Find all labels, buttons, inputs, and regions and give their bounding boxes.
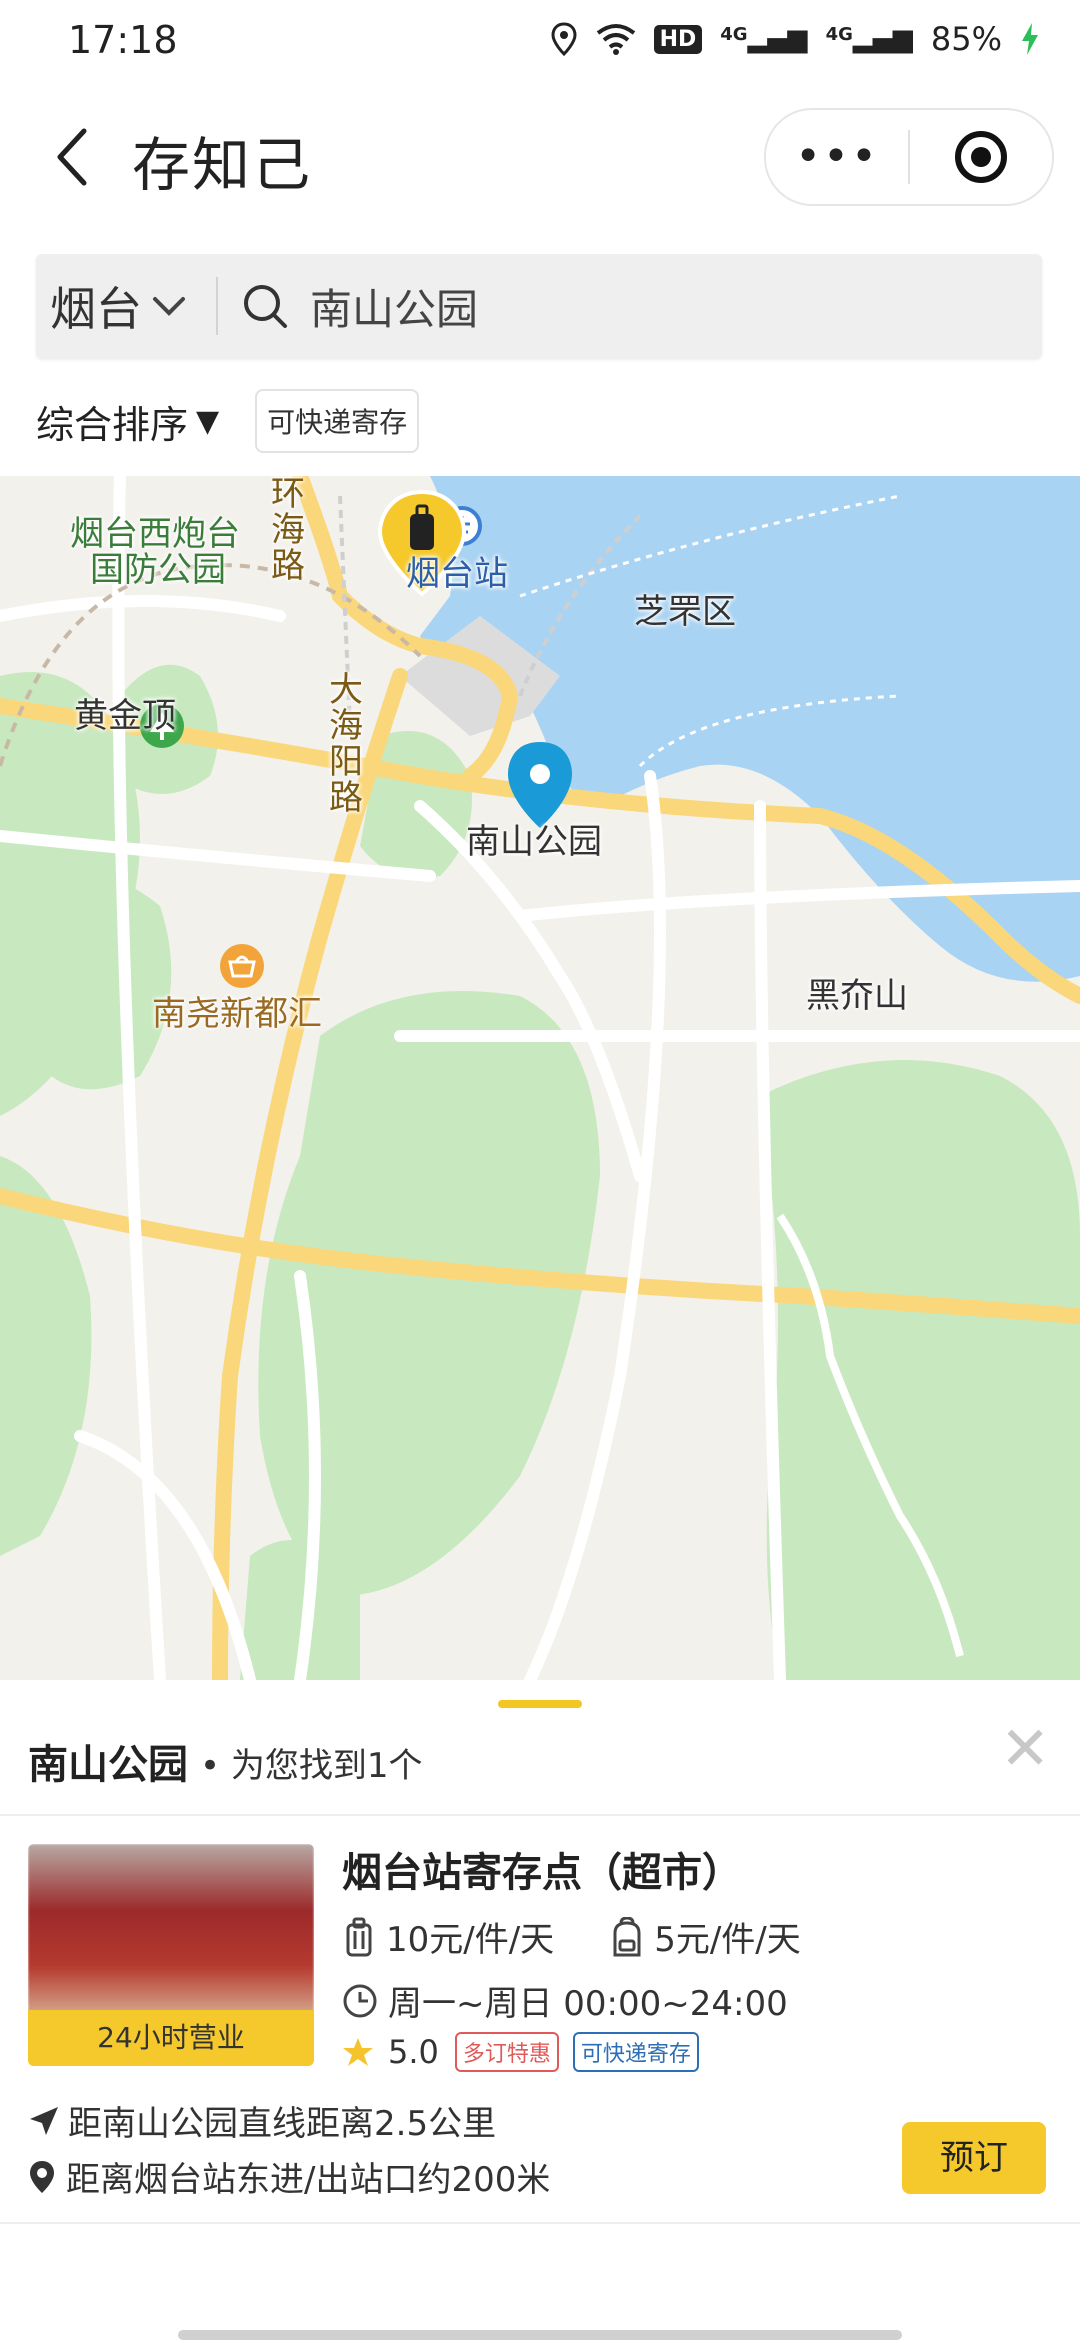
open-hours-badge: 24小时营业 (28, 2010, 314, 2066)
location-pin-icon (30, 2160, 54, 2193)
status-icons: HD 4G▂▄▆ 4G▂▄▆ 85% (550, 20, 1040, 58)
map-canvas (0, 476, 1080, 1680)
signal-label: 4G (720, 24, 748, 45)
express-tag: 可快递寄存 (572, 2032, 699, 2072)
signal-icon: 4G▂▄▆ (720, 24, 808, 54)
store-name[interactable]: 烟台站寄存点（超市） (342, 1840, 742, 1898)
rating-row: 5.0 多订特惠 可快递寄存 (342, 2032, 699, 2072)
drag-handle[interactable] (498, 1700, 582, 1708)
target-icon (955, 131, 1007, 183)
location-status-icon (551, 22, 577, 56)
map-label-huanhai-road: 环海路 (271, 476, 305, 586)
hd-badge: HD (653, 24, 703, 54)
result-bullet: • (200, 1746, 221, 1786)
signal-label-2: 4G (825, 24, 853, 45)
map-label-nanyao: 南尧新都汇 (152, 994, 322, 1034)
discount-tag: 多订特惠 (454, 2032, 559, 2072)
panel-divider (0, 1814, 1080, 1816)
close-program-button[interactable] (910, 129, 1052, 185)
store-thumbnail[interactable]: 24小时营业 (28, 1844, 314, 2066)
result-location-title: 南山公园 (28, 1742, 188, 1788)
map-label-yantai-station: 烟台站 (406, 554, 508, 594)
map-label-dahaiyang-road: 大海阳路 (329, 670, 363, 818)
express-storage-chip[interactable]: 可快递寄存 (255, 389, 420, 453)
hours-row: 周一~周日 00:00~24:00 (342, 1976, 788, 2025)
direction-row: 距离烟台站东进/出站口约200米 (28, 2152, 550, 2201)
search-input[interactable]: 南山公园 (310, 276, 478, 337)
park-huangjinding (20, 870, 172, 1090)
map-label-huangjinding: 黄金顶 (74, 696, 176, 736)
map-view[interactable]: 环海路 烟台西炮台 国防公园 烟台站 芝罘区 黄金顶 大海阳路 南山公园 黑夼山… (0, 476, 1080, 1680)
price-luggage: 10元/件/天 (386, 1920, 555, 1960)
star-icon (343, 2038, 373, 2066)
battery-percent: 85% (930, 20, 1002, 58)
charging-icon (1022, 23, 1038, 55)
map-label-guofang: 国防公园 (90, 550, 226, 590)
more-button[interactable]: ••• (766, 110, 908, 204)
status-time: 17:18 (68, 18, 178, 62)
clock-icon (343, 1984, 377, 2017)
sort-dropdown[interactable]: 综合排序 (36, 394, 188, 449)
page-title: 存知己 (132, 131, 313, 199)
navigation-arrow-icon (30, 2106, 58, 2135)
mini-program-capsule: ••• (764, 108, 1054, 206)
city-label: 烟台 (50, 282, 142, 336)
filter-row: 综合排序 ▼ 可快递寄存 (36, 388, 420, 454)
search-bar: 烟台 南山公园 (36, 254, 1042, 358)
distance-row: 距南山公园直线距离2.5公里 (28, 2096, 496, 2145)
home-indicator[interactable] (178, 2330, 902, 2340)
close-panel-button[interactable]: ✕ (1000, 1719, 1050, 1779)
back-button[interactable] (42, 122, 102, 192)
backpack-icon (613, 1916, 641, 1956)
result-count-text: 为您找到1个 (230, 1746, 423, 1786)
map-label-zhifu: 芝罘区 (634, 592, 736, 632)
chevron-down-icon (153, 297, 185, 316)
search-divider (216, 277, 218, 335)
park-east (760, 1060, 1080, 1680)
wifi-icon (596, 24, 635, 55)
book-button[interactable]: 预订 (902, 2122, 1046, 2194)
map-label-heijieshan: 黑夼山 (806, 976, 908, 1016)
signal-icon-2: 4G▂▄▆ (825, 24, 913, 54)
map-label-nanshan-park: 南山公园 (466, 822, 602, 862)
sort-arrow-icon: ▼ (196, 403, 220, 439)
luggage-icon (346, 1917, 372, 1956)
shopping-poi-icon (220, 944, 264, 988)
rating-value: 5.0 (388, 2033, 439, 2071)
straight-distance: 距南山公园直线距离2.5公里 (68, 2104, 497, 2144)
city-selector[interactable]: 烟台 (50, 273, 186, 339)
price-backpack: 5元/件/天 (654, 1920, 801, 1960)
result-count: • 为您找到1个 (200, 1738, 423, 1787)
back-arrow-icon (57, 128, 87, 186)
bottom-divider (0, 2222, 1080, 2224)
price-row: 10元/件/天 5元/件/天 (342, 1912, 801, 1961)
business-hours: 周一~周日 00:00~24:00 (388, 1984, 788, 2024)
search-icon (244, 285, 287, 328)
exit-direction: 距离烟台站东进/出站口约200米 (66, 2160, 551, 2200)
